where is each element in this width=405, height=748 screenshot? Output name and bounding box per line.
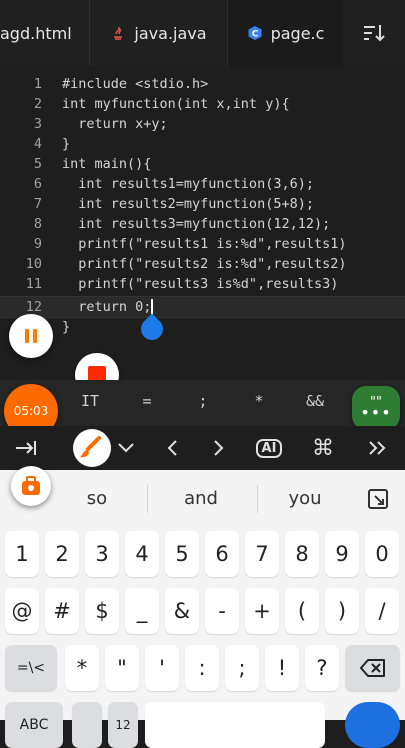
key[interactable]: ) — [325, 588, 359, 634]
code-line: 7 int results2=myfunction(5+8); — [33, 196, 314, 212]
backspace-key[interactable] — [345, 645, 400, 691]
toolbox-icon — [22, 476, 40, 495]
tab-arrow-icon — [16, 441, 36, 455]
tab-label: java.java — [134, 23, 207, 43]
code-editor[interactable]: 1 #include <stdio.h> 2 int myfunction(int … — [0, 66, 405, 380]
key[interactable]: _ — [125, 588, 159, 634]
key[interactable]: + — [245, 588, 279, 634]
key[interactable]: 1 — [5, 531, 39, 577]
cursor-right-button[interactable] — [197, 426, 241, 470]
symbol-key[interactable]: IT — [70, 380, 110, 426]
suggestion-item[interactable]: you — [255, 480, 355, 518]
symbol-page-key[interactable]: =\< — [5, 645, 57, 691]
command-button[interactable]: ⌘ — [301, 426, 345, 470]
key[interactable]: ; — [225, 645, 259, 691]
key[interactable]: * — [65, 645, 99, 691]
more-button[interactable] — [355, 426, 399, 470]
key[interactable]: & — [165, 588, 199, 634]
brush-icon — [73, 429, 111, 467]
key[interactable]: 4 — [125, 531, 159, 577]
key[interactable]: 5 — [165, 531, 199, 577]
enter-key[interactable] — [345, 702, 400, 748]
chevron-right-icon — [214, 440, 224, 456]
key[interactable]: : — [185, 645, 219, 691]
sort-menu-button[interactable] — [343, 0, 405, 66]
key[interactable]: 6 — [205, 531, 239, 577]
space-key[interactable] — [145, 702, 325, 748]
code-line: 11 printf("results3 is%d",results3) — [25, 276, 339, 292]
tab-java-java[interactable]: java.java — [90, 0, 228, 66]
double-chevron-right-icon — [369, 441, 386, 455]
chevron-left-icon — [167, 440, 177, 456]
code-line: 9 printf("results1 is:%d",results1) — [33, 236, 347, 252]
quote-key[interactable]: "" ••• — [352, 386, 400, 430]
key[interactable]: 2 — [45, 531, 79, 577]
edit-box-icon — [368, 489, 388, 509]
symbol-key[interactable]: ; — [183, 380, 223, 426]
symbol-key[interactable]: = — [127, 380, 167, 426]
key[interactable]: ' — [145, 645, 179, 691]
key[interactable]: @ — [5, 588, 39, 634]
ai-button[interactable]: AI — [247, 426, 291, 470]
java-icon — [114, 26, 123, 40]
key[interactable] — [72, 702, 102, 748]
keyboard-edit-button[interactable] — [366, 487, 390, 511]
more-dots-icon: ••• — [360, 403, 392, 422]
svg-text:C: C — [251, 30, 258, 40]
code-line: 10 printf("results2 is:%d",results2) — [25, 256, 347, 272]
key[interactable]: - — [205, 588, 239, 634]
ai-label: AI — [255, 438, 283, 458]
key[interactable]: " — [105, 645, 139, 691]
pause-button[interactable] — [9, 314, 53, 358]
key[interactable]: / — [365, 588, 399, 634]
suggestion-item[interactable]: and — [151, 480, 251, 518]
code-line: 3 return x+y; — [33, 116, 168, 132]
tab-page-c[interactable]: C page.c — [228, 0, 344, 66]
code-line: 2 int myfunction(int x,int y){ — [33, 96, 290, 112]
abc-key[interactable]: ABC — [5, 702, 63, 748]
tab-key[interactable] — [4, 426, 48, 470]
key[interactable]: 0 — [365, 531, 399, 577]
suggestion-divider — [147, 485, 148, 513]
code-line: 8 int results3=myfunction(12,12); — [33, 216, 331, 232]
code-line: 4} — [33, 136, 71, 152]
key[interactable]: $ — [85, 588, 119, 634]
tab-agd-html[interactable]: agd.html — [0, 0, 90, 66]
cursor-left-button[interactable] — [150, 426, 194, 470]
suggestion-item[interactable]: so — [47, 480, 147, 518]
key[interactable]: 9 — [325, 531, 359, 577]
code-line: 5 int main(){ — [33, 156, 152, 172]
screenshot-tool-button[interactable] — [11, 466, 51, 506]
chevron-down-icon — [118, 443, 134, 453]
code-line: } — [62, 319, 71, 335]
symbol-key[interactable]: * — [239, 380, 279, 426]
backspace-icon — [359, 659, 385, 677]
key[interactable]: ( — [285, 588, 319, 634]
key[interactable]: 8 — [285, 531, 319, 577]
sort-icon — [364, 25, 385, 42]
tab-label: agd.html — [0, 23, 72, 43]
recording-time: 05:03 — [13, 404, 49, 418]
c-file-icon: C — [248, 26, 262, 40]
tab-label: page.c — [270, 23, 325, 43]
key[interactable]: ? — [305, 645, 339, 691]
code-line: 1 #include <stdio.h> — [33, 76, 209, 92]
numbers-key[interactable]: 12 — [108, 702, 138, 748]
code-line: 6 int results1=myfunction(3,6); — [33, 176, 314, 192]
draw-tool-button[interactable] — [67, 426, 117, 470]
key[interactable]: 7 — [245, 531, 279, 577]
key[interactable]: # — [45, 588, 79, 634]
key[interactable]: ! — [265, 645, 299, 691]
symbol-key[interactable]: && — [295, 380, 335, 426]
pause-icon — [25, 329, 37, 343]
key[interactable]: 3 — [85, 531, 119, 577]
command-icon: ⌘ — [312, 435, 334, 461]
code-line-current: 12 return 0; — [0, 296, 405, 318]
